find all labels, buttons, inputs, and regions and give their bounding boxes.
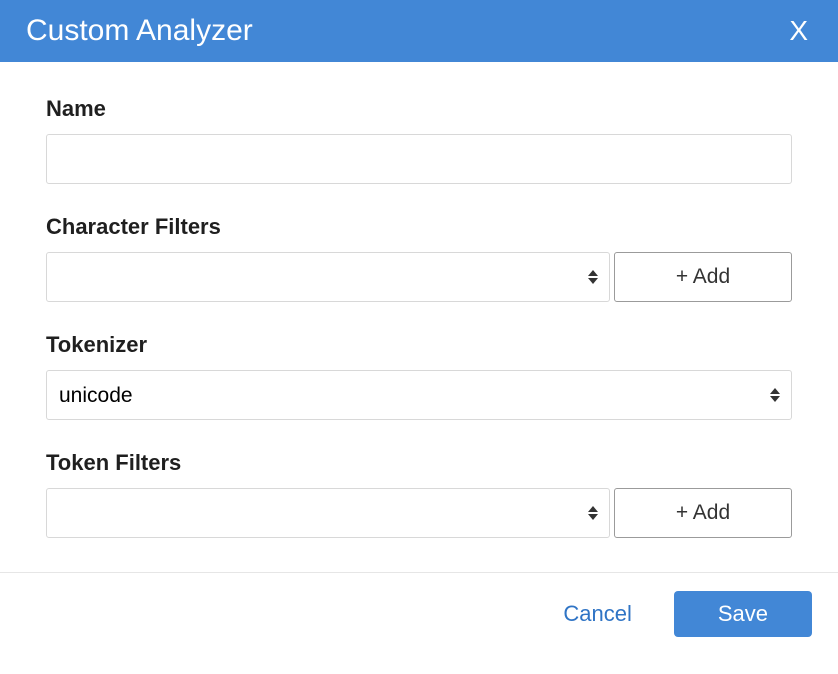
- name-input[interactable]: [46, 134, 792, 184]
- tokenizer-select-wrap: unicode: [46, 370, 792, 420]
- modal-title: Custom Analyzer: [26, 14, 253, 48]
- character-filters-label: Character Filters: [46, 214, 792, 240]
- modal-header: Custom Analyzer X: [0, 0, 838, 62]
- name-field-group: Name: [46, 96, 792, 184]
- character-filters-add-button[interactable]: + Add: [614, 252, 792, 302]
- token-filters-field-group: Token Filters + Add: [46, 450, 792, 538]
- close-button[interactable]: X: [785, 17, 812, 45]
- custom-analyzer-modal: Custom Analyzer X Name Character Filters…: [0, 0, 838, 655]
- token-filters-add-button[interactable]: + Add: [614, 488, 792, 538]
- tokenizer-label: Tokenizer: [46, 332, 792, 358]
- tokenizer-select[interactable]: unicode: [46, 370, 792, 420]
- character-filters-row: + Add: [46, 252, 792, 302]
- token-filters-select[interactable]: [46, 488, 610, 538]
- token-filters-select-wrap: [46, 488, 610, 538]
- tokenizer-field-group: Tokenizer unicode: [46, 332, 792, 420]
- character-filters-field-group: Character Filters + Add: [46, 214, 792, 302]
- modal-footer: Cancel Save: [0, 572, 838, 655]
- name-label: Name: [46, 96, 792, 122]
- token-filters-label: Token Filters: [46, 450, 792, 476]
- character-filters-select[interactable]: [46, 252, 610, 302]
- modal-body: Name Character Filters + Add Tokenizer u…: [0, 62, 838, 572]
- character-filters-select-wrap: [46, 252, 610, 302]
- cancel-button[interactable]: Cancel: [555, 597, 639, 631]
- token-filters-row: + Add: [46, 488, 792, 538]
- save-button[interactable]: Save: [674, 591, 812, 637]
